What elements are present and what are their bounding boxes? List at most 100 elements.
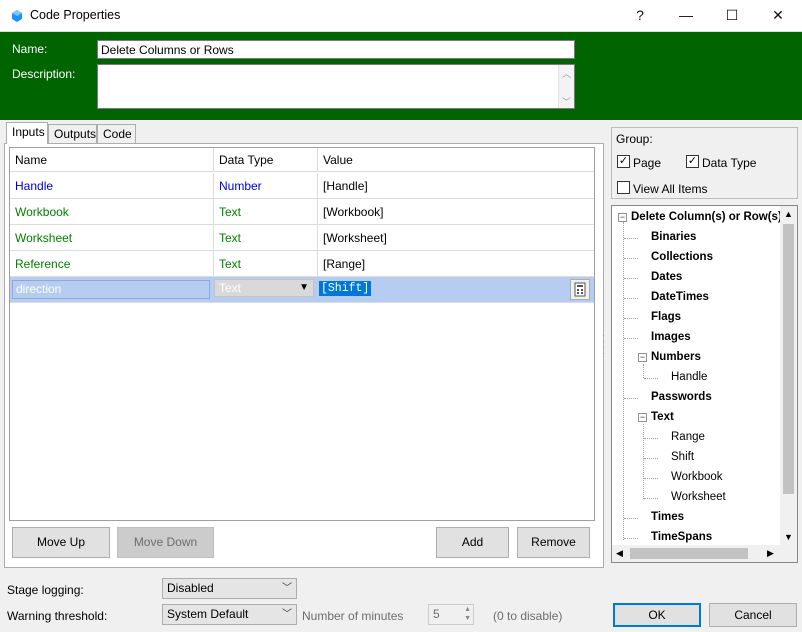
maximize-icon: ☐: [725, 7, 739, 23]
help-button[interactable]: ?: [618, 0, 662, 32]
add-button[interactable]: Add: [436, 527, 509, 558]
tree-item[interactable]: Collections: [651, 251, 713, 263]
warning-threshold-label: Warning threshold:: [7, 609, 108, 623]
row-data-type[interactable]: Text: [214, 199, 318, 225]
group-box: Group: ✓ Page ✓ Data Type View All Items: [611, 127, 798, 199]
tree-item[interactable]: Text: [651, 411, 674, 423]
move-up-button[interactable]: Move Up: [12, 527, 110, 558]
tree-item[interactable]: Worksheet: [671, 491, 726, 503]
scroll-right-icon[interactable]: ▶: [767, 548, 774, 559]
row-data-type[interactable]: Number: [214, 173, 318, 199]
name-input[interactable]: Delete Columns or Rows: [97, 40, 575, 59]
scroll-left-icon[interactable]: ◀: [616, 548, 623, 559]
scroll-up-icon[interactable]: ︿: [562, 67, 571, 80]
row-data-type[interactable]: Text: [214, 251, 318, 277]
description-scrollbar[interactable]: ︿ ﹀: [558, 65, 574, 108]
tree-item[interactable]: Range: [671, 431, 705, 443]
name-label: Name:: [12, 42, 48, 56]
tree-item[interactable]: DateTimes: [651, 291, 709, 303]
tree-item[interactable]: Numbers: [651, 351, 701, 363]
param-name-input[interactable]: direction: [12, 280, 210, 299]
expression-editor-button[interactable]: [570, 279, 590, 300]
tree-horizontal-scrollbar[interactable]: ◀ ▶: [612, 545, 797, 562]
ok-button[interactable]: OK: [613, 603, 701, 627]
tab-inputs[interactable]: Inputs: [6, 122, 48, 144]
tree-item[interactable]: Dates: [651, 271, 682, 283]
table-row[interactable]: Worksheet Text [Worksheet]: [10, 225, 594, 251]
data-type-checkbox-label: Data Type: [702, 156, 757, 170]
data-type-selected: Text: [219, 281, 242, 295]
tree-hscroll-thumb[interactable]: [630, 548, 748, 559]
row-name[interactable]: Worksheet: [10, 225, 214, 251]
chevron-down-icon: ﹀: [282, 609, 292, 620]
stage-logging-value: Disabled: [167, 581, 214, 595]
row-name[interactable]: Handle: [10, 173, 214, 199]
description-input[interactable]: ︿ ﹀: [97, 64, 575, 109]
tree-item[interactable]: Flags: [651, 311, 681, 323]
zero-disable-hint: (0 to disable): [493, 609, 563, 623]
collapse-icon[interactable]: −: [638, 413, 647, 422]
column-header-name[interactable]: Name: [10, 148, 214, 172]
scroll-down-icon[interactable]: ﹀: [562, 95, 571, 108]
row-name[interactable]: Reference: [10, 251, 214, 277]
tab-code[interactable]: Code: [97, 124, 136, 143]
table-row[interactable]: Reference Text [Range]: [10, 251, 594, 277]
collapse-icon[interactable]: −: [638, 353, 647, 362]
minimize-button[interactable]: —: [664, 0, 708, 32]
grid-header-row: Name Data Type Value: [10, 148, 594, 172]
table-row-editing[interactable]: direction Text ▼ [Shift]: [10, 277, 594, 303]
data-type-select[interactable]: Text ▼: [214, 279, 314, 297]
minutes-label: Number of minutes: [302, 609, 404, 623]
page-checkbox[interactable]: ✓: [617, 155, 630, 168]
view-all-checkbox-label: View All Items: [633, 182, 708, 196]
maximize-button[interactable]: ☐: [710, 0, 754, 32]
row-value[interactable]: [Handle]: [318, 173, 594, 199]
collapse-icon[interactable]: −: [618, 213, 627, 222]
table-row[interactable]: Handle Number [Handle]: [10, 173, 594, 199]
column-header-data-type[interactable]: Data Type: [214, 148, 318, 172]
inputs-grid: Name Data Type Value Handle Number [Hand…: [9, 147, 595, 521]
calculator-icon: [574, 282, 586, 297]
scroll-down-icon[interactable]: ▼: [784, 532, 793, 542]
scroll-up-icon[interactable]: ▲: [784, 209, 793, 219]
chevron-down-icon: ▼: [299, 282, 309, 293]
group-label: Group:: [616, 132, 653, 146]
column-header-value[interactable]: Value: [318, 148, 594, 172]
page-checkbox-label: Page: [633, 156, 662, 170]
tree-root[interactable]: Delete Column(s) or Row(s): [631, 211, 782, 223]
data-type-checkbox[interactable]: ✓: [686, 155, 699, 168]
row-data-type[interactable]: Text: [214, 225, 318, 251]
view-all-checkbox[interactable]: [617, 181, 630, 194]
app-icon: [12, 10, 22, 22]
splitter-grip-icon[interactable]: · · · ·: [602, 332, 606, 358]
minutes-stepper[interactable]: 5 ▲ ▼: [428, 604, 474, 625]
row-name[interactable]: Workbook: [10, 199, 214, 225]
minimize-icon: —: [679, 7, 693, 23]
warning-threshold-select[interactable]: System Default ﹀: [162, 604, 297, 625]
stepper-arrows-icon[interactable]: ▲ ▼: [464, 605, 471, 623]
tree-vertical-scrollbar[interactable]: ▲ ▼: [780, 206, 797, 545]
cancel-button[interactable]: Cancel: [709, 603, 797, 627]
tree-item[interactable]: Shift: [671, 451, 694, 463]
tree-scroll-thumb[interactable]: [783, 224, 794, 494]
stage-logging-label: Stage logging:: [7, 583, 84, 597]
tab-outputs[interactable]: Outputs: [48, 124, 97, 143]
row-value[interactable]: [Range]: [318, 251, 594, 277]
tree-item[interactable]: Handle: [671, 371, 707, 383]
value-expression-input[interactable]: [Shift]: [319, 281, 372, 296]
close-button[interactable]: ✕: [756, 0, 800, 32]
remove-button[interactable]: Remove: [517, 527, 590, 558]
tree-item[interactable]: TimeSpans: [651, 531, 712, 543]
tree-item[interactable]: Images: [651, 331, 691, 343]
tree-item[interactable]: Binaries: [651, 231, 696, 243]
tree-item[interactable]: Times: [651, 511, 684, 523]
close-icon: ✕: [772, 7, 784, 23]
row-value[interactable]: [Workbook]: [318, 199, 594, 225]
stage-logging-select[interactable]: Disabled ﹀: [162, 578, 297, 599]
row-value[interactable]: [Worksheet]: [318, 225, 594, 251]
tree-item[interactable]: Passwords: [651, 391, 712, 403]
help-icon: ?: [636, 7, 644, 23]
table-row[interactable]: Workbook Text [Workbook]: [10, 199, 594, 225]
tree-item[interactable]: Workbook: [671, 471, 723, 483]
move-down-button[interactable]: Move Down: [117, 527, 214, 558]
